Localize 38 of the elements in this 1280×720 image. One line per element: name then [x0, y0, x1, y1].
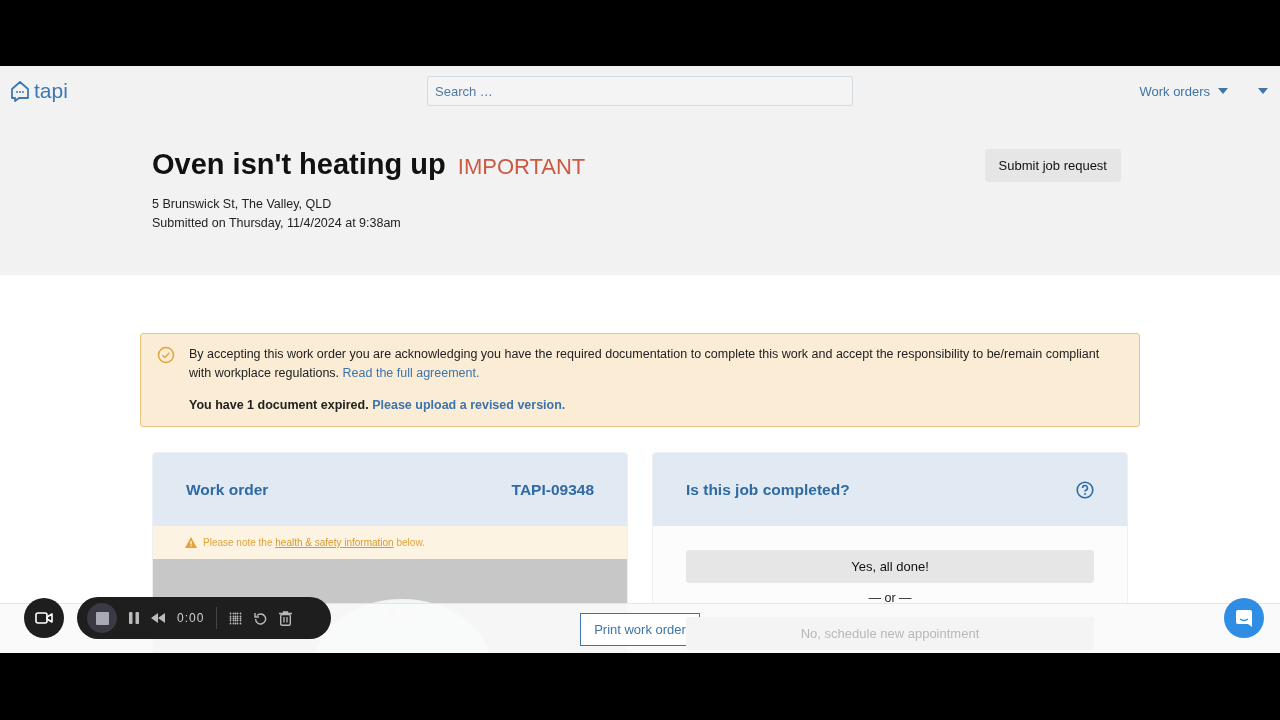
submitted-date: Submitted on Thursday, 11/4/2024 at 9:38am [152, 215, 402, 232]
stop-button[interactable] [87, 603, 117, 633]
priority-label: IMPORTANT [457, 154, 586, 179]
undo-icon[interactable] [254, 611, 268, 625]
search-field[interactable]: Search … [427, 76, 853, 106]
chat-bubble-icon [1235, 608, 1253, 628]
stop-icon [95, 611, 109, 625]
trash-icon[interactable] [279, 610, 293, 626]
agreement-link[interactable]: Read the full agreement. [342, 366, 480, 380]
caret-icon [1218, 88, 1228, 94]
rewind-icon[interactable] [151, 613, 165, 623]
expired-document-text: You have 1 document expired. Please upload a revised version. [189, 397, 567, 414]
pause-icon[interactable] [129, 612, 139, 624]
check-circle-icon [157, 346, 175, 364]
or-separator: — or — [868, 591, 912, 605]
yes-button[interactable]: Yes, all done! [686, 550, 1094, 583]
upload-link[interactable]: Please upload a revised version. [372, 398, 566, 412]
work-order-number: TAPI-09348 [511, 480, 594, 499]
card-title: Is this job completed? [686, 480, 850, 499]
grid-dots-icon[interactable] [229, 611, 243, 625]
safety-link[interactable]: health & safety information [275, 537, 394, 548]
job-address: 5 Brunswick St, The Valley, QLD [152, 196, 333, 213]
agreement-text: By accepting this work order you are acknowledging you have the required documentation to complete this work and accept the responsibility to be/remain compliant with workplace regulations. Read the full agreement. [189, 346, 1101, 382]
work-orders-menu[interactable]: Work orders [1139, 83, 1228, 99]
print-button[interactable]: Print work order [580, 613, 700, 646]
chat-button[interactable] [1224, 598, 1264, 638]
caret-icon[interactable] [1258, 88, 1268, 94]
help-icon[interactable] [1076, 480, 1094, 499]
warning-icon [185, 537, 197, 548]
job-title: Oven isn't heating up [152, 148, 446, 180]
logo-text[interactable]: tapi [34, 79, 68, 103]
safety-note: Please note the health & safety information below. [203, 537, 425, 548]
house-chat-icon [10, 80, 30, 102]
video-camera-icon [35, 612, 53, 624]
card-title: Work order [186, 480, 269, 499]
recording-time: 0:00 [177, 611, 205, 625]
camera-button[interactable] [24, 598, 64, 638]
submit-job-request-button[interactable]: Submit job request [984, 149, 1121, 182]
